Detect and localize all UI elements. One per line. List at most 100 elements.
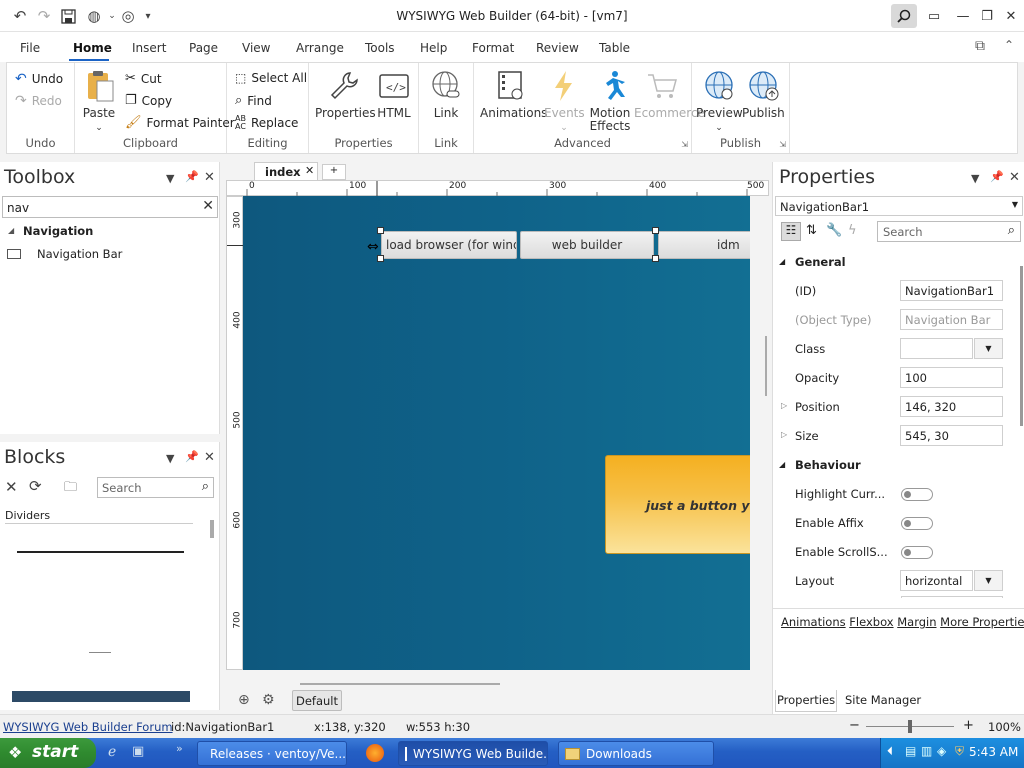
divider-preview-line[interactable] [17,551,184,553]
collapse-triangle-icon[interactable]: ◢ [779,460,785,469]
toolbox-category[interactable]: Navigation [23,224,93,238]
volume-icon[interactable]: ◈ [937,744,946,758]
properties-search-input[interactable]: Search ⌕ [877,221,1021,242]
nav-item-web-builder[interactable]: web builder [520,231,654,259]
firefox-icon[interactable] [366,744,384,762]
task-wysiwyg[interactable]: WYSIWYG Web Builde... [398,741,548,766]
panel-menu-icon[interactable]: ▼ [166,172,174,185]
wrench-icon[interactable]: 🔧 [826,223,842,238]
redo-icon[interactable]: ↷ [34,6,54,26]
prop-value-layout[interactable]: horizontal [900,570,973,591]
tab-tools[interactable]: Tools [365,41,395,55]
collapse-ribbon-icon[interactable]: ⌃ [1004,38,1014,52]
restore-button[interactable]: ❐ [974,4,1000,28]
layout-icon[interactable]: ⧉ [975,38,985,54]
tab-view[interactable]: View [242,41,270,55]
html-button[interactable]: </> HTML [375,69,413,120]
network-icon[interactable]: ▤ [905,744,916,758]
toolbox-search-input[interactable]: nav ✕ [2,196,218,218]
customize-icon[interactable]: ▾ [138,6,158,26]
clear-search-icon[interactable]: ✕ [202,198,214,214]
search-icon[interactable] [891,4,917,28]
replace-button[interactable]: AB AC Replace [235,115,298,131]
fullscreen-icon[interactable]: ▭ [921,4,947,28]
scrollbar-thumb[interactable] [765,336,767,396]
divider-preview-small[interactable] [89,652,111,653]
copy-button[interactable]: ❐ Copy [125,93,172,108]
divider-preview-bar[interactable] [12,691,190,702]
desktop-icon[interactable]: ▣ [132,744,144,759]
zoom-in-button[interactable]: + [963,718,974,733]
globe-icon[interactable]: ◎ [118,6,138,26]
enable-affix-toggle[interactable] [901,517,933,530]
close-button[interactable]: ✕ [998,4,1024,28]
toolbox-item-navigation-bar[interactable]: Navigation Bar [37,247,122,261]
preview-icon[interactable]: ◍ [84,6,104,26]
animations-button[interactable]: Animations [480,69,547,120]
dialog-launcher-icon[interactable]: ⇲ [681,140,688,149]
properties-button[interactable]: Properties [315,69,376,120]
scrollbar-thumb[interactable] [210,520,214,538]
close-icon[interactable]: ✕ [204,170,215,185]
add-page-icon[interactable]: ⊕ [238,692,250,708]
preview-button[interactable]: Preview ⌄ [696,69,743,135]
tab-insert[interactable]: Insert [132,41,166,55]
prop-value-class[interactable] [900,338,973,359]
zoom-slider-thumb[interactable] [908,720,912,733]
nav-item-idm[interactable]: idm [658,231,750,259]
prop-value-id[interactable]: NavigationBar1 [900,280,1003,301]
search-icon[interactable]: ⌕ [202,479,209,494]
undo-icon[interactable]: ↶ [10,6,30,26]
forum-link[interactable]: WYSIWYG Web Builder Forum [3,720,173,734]
format-painter-button[interactable]: 🖌 Format Painter [125,115,235,130]
horizontal-scrollbar-thumb[interactable] [300,683,500,685]
sort-alpha-icon[interactable]: ⇅ [806,223,817,238]
quicklaunch-more-icon[interactable]: » [176,742,183,755]
selection-handle[interactable] [377,255,384,262]
search-icon[interactable]: ⌕ [1008,223,1015,238]
ecommerce-button[interactable]: Ecommerce [634,69,705,120]
task-downloads[interactable]: Downloads [558,741,714,766]
events-icon[interactable]: ϟ [848,223,857,238]
object-selector[interactable]: NavigationBar1 ▼ [775,196,1023,216]
task-releases[interactable]: Releases · ventoy/Ve... [197,741,347,766]
clock[interactable]: 5:43 AM [969,745,1018,759]
link-button[interactable]: Link [427,69,465,120]
expand-icon[interactable]: ▷ [781,401,787,410]
prop-value-size[interactable]: 545, 30 [900,425,1003,446]
page-selector-default[interactable]: Default [292,690,342,711]
layout-dropdown-button[interactable]: ▼ [974,570,1003,591]
highlight-current-toggle[interactable] [901,488,933,501]
ie-icon[interactable]: ℯ [108,744,116,760]
page-canvas[interactable]: load browser (for wind web builder idm ⇔… [243,196,750,670]
motion-effects-button[interactable]: Motion Effects [586,69,634,133]
select-all-button[interactable]: ⬚ Select All [235,71,307,85]
categorized-icon[interactable]: ☷ [781,222,801,241]
link-animations[interactable]: Animations [781,615,846,629]
delete-icon[interactable]: ✕ [5,478,18,496]
publish-button[interactable]: Publish [742,69,785,120]
paste-button[interactable]: Paste ⌄ [81,69,117,135]
collapse-triangle-icon[interactable]: ◢ [779,257,785,266]
link-flexbox[interactable]: Flexbox [849,615,893,629]
find-button[interactable]: ⌕ Find [235,93,272,108]
prop-value-opacity[interactable]: 100 [900,367,1003,388]
events-button[interactable]: Events ⌄ [544,69,585,135]
tab-review[interactable]: Review [536,41,579,55]
collapse-triangle-icon[interactable]: ◢ [8,226,14,235]
folder-icon[interactable]: 🗀 [64,478,77,500]
security-icon[interactable]: ⛨ [955,744,964,759]
zoom-out-button[interactable]: − [849,718,860,733]
selection-handle[interactable] [652,227,659,234]
refresh-icon[interactable]: ⟳ [29,477,42,495]
property-scrollbar-thumb[interactable] [1020,266,1023,426]
monitor-icon[interactable]: ▥ [921,744,932,758]
close-icon[interactable]: ✕ [1009,170,1020,185]
page-settings-icon[interactable]: ⚙ [262,692,275,708]
selection-handle[interactable] [377,227,384,234]
selection-handle[interactable] [652,255,659,262]
new-tab-button[interactable]: + [322,164,346,180]
tray-collapse-icon[interactable]: ⏴ [887,744,893,759]
vertical-scrollbar[interactable] [764,196,770,670]
panel-menu-icon[interactable]: ▼ [166,452,174,465]
